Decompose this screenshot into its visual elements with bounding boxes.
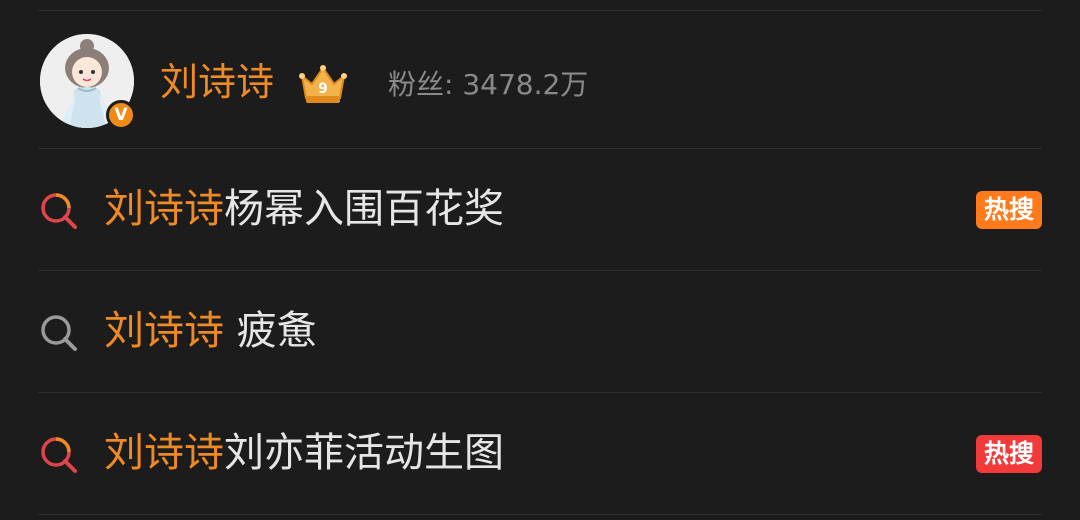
suggestion-text: 刘诗诗 疲惫 <box>104 307 317 355</box>
suggestion-rest: 杨幂入围百花奖 <box>224 186 504 232</box>
verified-badge-icon: V <box>106 100 136 130</box>
suggestion-rest: 疲惫 <box>224 308 317 354</box>
user-result-row[interactable]: V 刘诗诗 9 粉丝: 3478.2万 <box>0 12 1080 148</box>
search-suggestion-panel: V 刘诗诗 9 粉丝: 3478.2万 刘诗诗杨幂入围百花奖 热搜 刘诗诗 疲惫… <box>0 0 1080 520</box>
suggestion-text: 刘诗诗刘亦菲活动生图 <box>104 429 504 477</box>
suggestion-rest: 刘亦菲活动生图 <box>224 430 504 476</box>
suggestion-highlight: 刘诗诗 <box>104 308 224 354</box>
suggestion-row[interactable]: 刘诗诗刘亦菲活动生图 热搜 <box>0 393 1080 514</box>
hot-search-icon <box>38 433 80 475</box>
suggestion-highlight: 刘诗诗 <box>104 186 224 232</box>
avatar-container: V <box>40 34 136 130</box>
suggestion-row[interactable]: 刘诗诗 疲惫 <box>0 271 1080 392</box>
hot-search-icon <box>38 189 80 231</box>
divider <box>38 10 1042 11</box>
suggestion-highlight: 刘诗诗 <box>104 430 224 476</box>
divider <box>38 514 1042 515</box>
suggestion-text: 刘诗诗杨幂入围百花奖 <box>104 185 504 233</box>
crown-level-icon: 9 <box>298 62 348 106</box>
fans-count: 粉丝: 3478.2万 <box>388 68 589 101</box>
hot-search-badge: 热搜 <box>976 435 1042 473</box>
user-name: 刘诗诗 <box>160 60 275 104</box>
search-icon <box>38 311 80 353</box>
hot-search-badge: 热搜 <box>976 191 1042 229</box>
suggestion-row[interactable]: 刘诗诗杨幂入围百花奖 热搜 <box>0 149 1080 270</box>
crown-level-number: 9 <box>318 81 328 97</box>
